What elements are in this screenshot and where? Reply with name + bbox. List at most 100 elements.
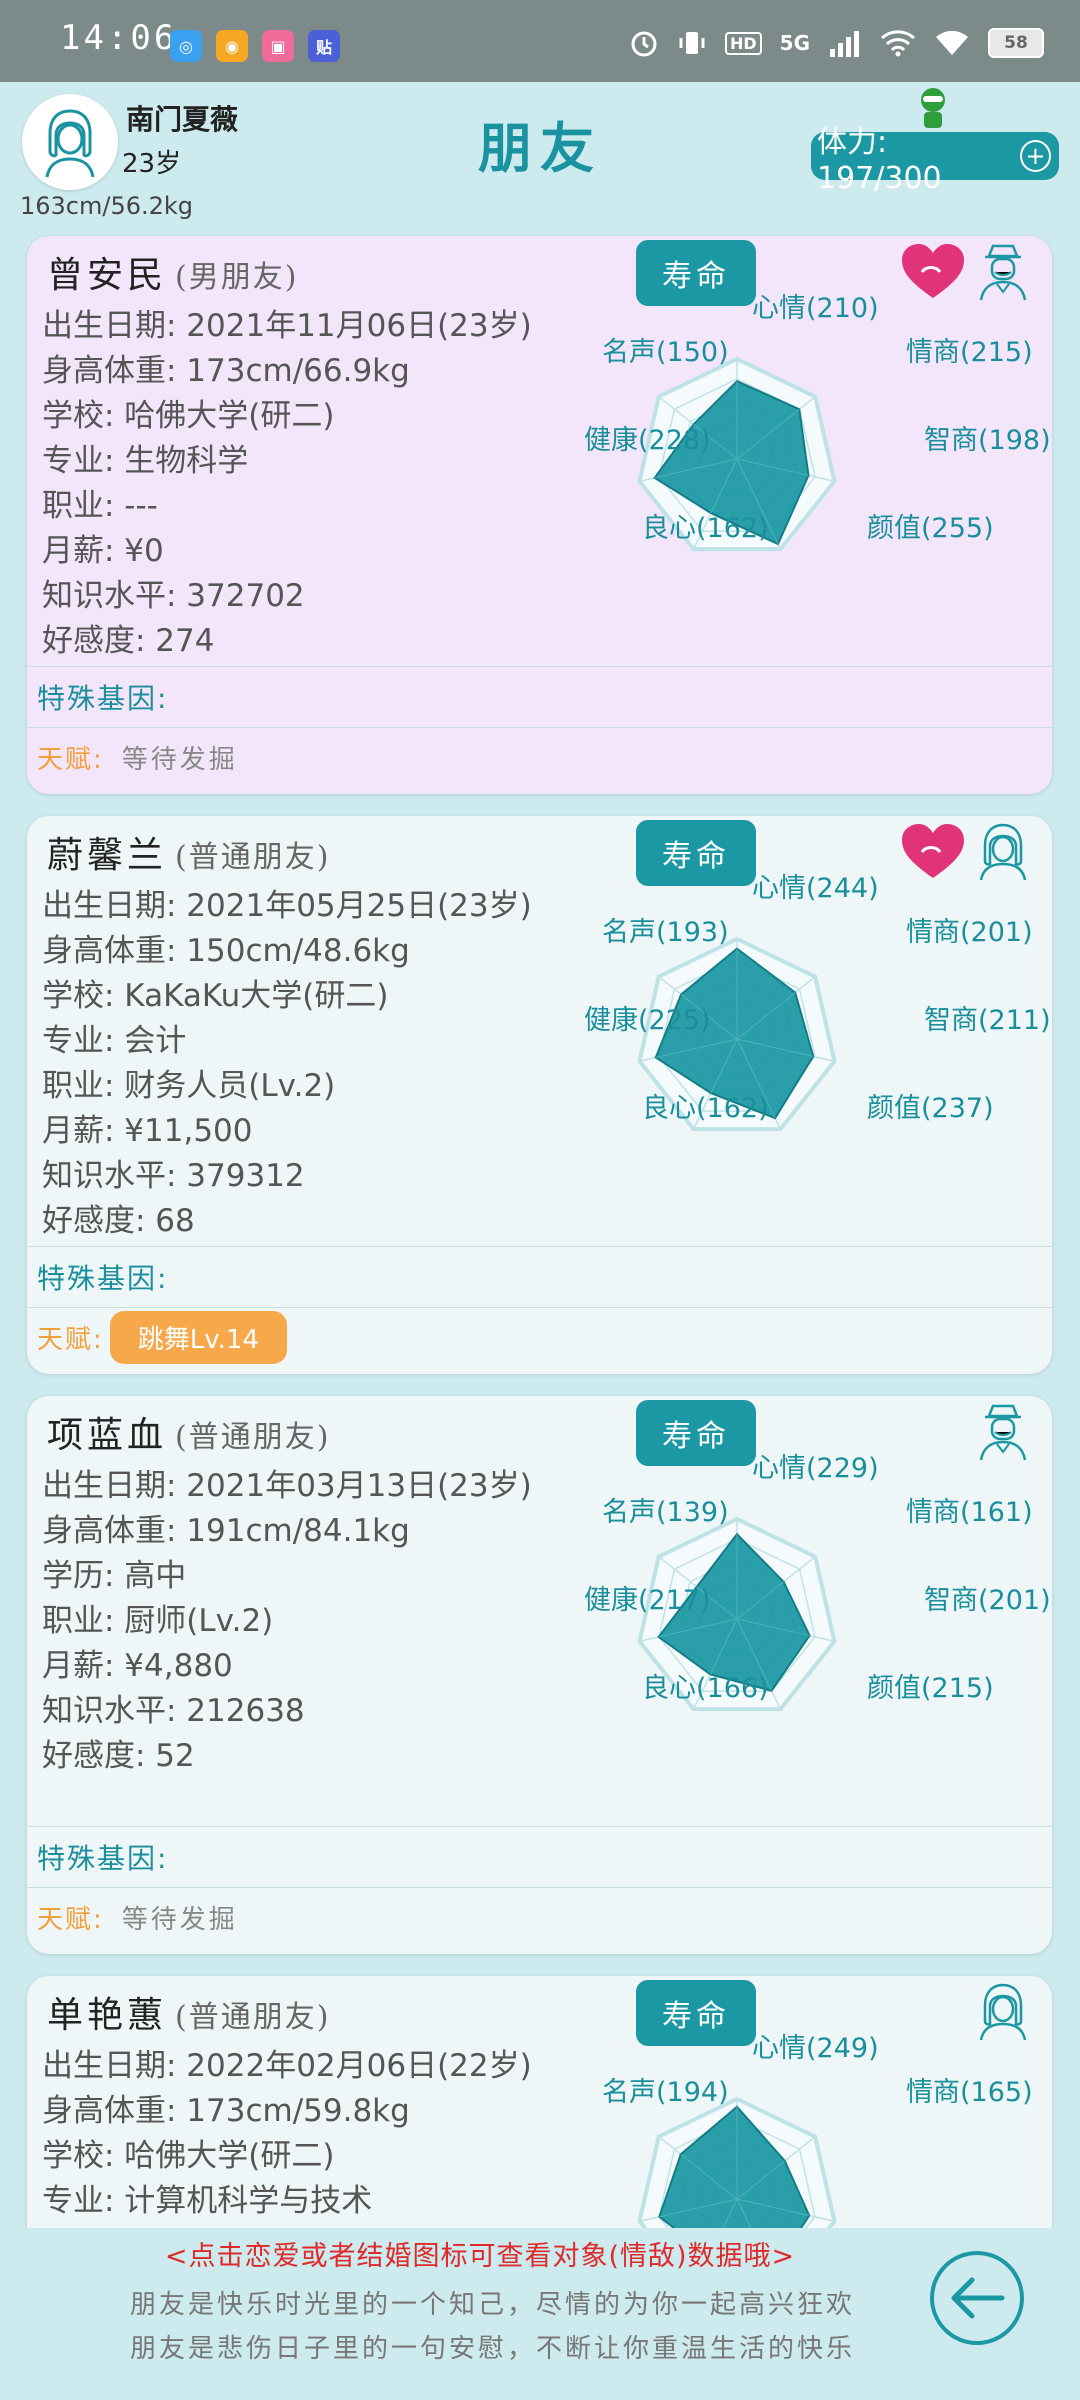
friend-card-main: 蔚馨兰 (普通朋友) 寿命 出生日期: 2021年05月25日(23岁) 身高体重: 1… (27, 816, 1052, 1246)
radar-label-iq: 智商(211) (924, 1005, 1051, 1036)
qq-browser-icon: ◎ (170, 30, 202, 62)
friend-info-row: 好感度: 68 (42, 1203, 195, 1239)
radar-label-looks: 颜值(215) (867, 1673, 994, 1704)
radar-label-looks: 颜值(237) (867, 1093, 994, 1124)
talent-row: 天赋: 等待发掘 (27, 1887, 1052, 1946)
status-time: 14:06 (60, 18, 178, 58)
friend-info-row: 好感度: 52 (42, 1738, 195, 1774)
status-indicators: HD 5G 58 (629, 28, 1044, 58)
battery-icon: 58 (988, 28, 1044, 58)
stats-radar-chart: 心情(249) 情商(165) 名声(194) (582, 2033, 1052, 2228)
alarm-icon (631, 31, 657, 57)
radar-label-health: 健康(217) (584, 1585, 711, 1616)
friend-info-row: 月薪: ¥4,880 (42, 1648, 233, 1684)
weibo-icon: ◉ (216, 30, 248, 62)
radar-label-conscience: 良心(166) (642, 1673, 769, 1704)
friend-relation: (普通朋友) (175, 1420, 331, 1455)
radar-label-eq: 情商(161) (906, 1497, 1033, 1528)
stats-radar-chart: 心情(244) 情商(201) 智商(211) 颜值(237) 良心(162) 健康(22… (582, 873, 1052, 1174)
radar-label-heart: 心情(229) (752, 1453, 879, 1484)
friend-info-row: 专业: 计算机科学与技术 (42, 2183, 373, 2219)
friend-info-row: 职业: --- (42, 488, 158, 524)
status-bar: 14:06 ◎ ◉ ▣ 贴 HD 5G 58 (0, 0, 1080, 82)
friend-card-main: 单艳蕙 (普通朋友) 寿命 出生日期: 2022年02月06日(22岁) 身高体重: 1… (27, 1976, 1052, 2228)
love-heart-icon[interactable] (900, 822, 966, 882)
radar-label-fame: 名声(150) (602, 337, 729, 368)
bilibili-icon: ▣ (262, 30, 294, 62)
stats-radar-chart: 心情(210) 情商(215) 智商(198) 颜值(255) 良心(162) 健康(22… (582, 293, 1052, 594)
talent-value: 等待发掘 (121, 744, 238, 775)
talent-label: 天赋: (37, 1904, 104, 1935)
add-stamina-button[interactable]: + (1019, 140, 1051, 172)
special-gene-row: 特殊基因: (27, 1246, 1052, 1307)
radar-label-health: 健康(228) (584, 425, 711, 456)
talent-label: 天赋: (37, 1324, 104, 1355)
stamina-label: 体力: 197/300 (817, 124, 942, 196)
friend-info-row: 好感度: 274 (42, 623, 215, 659)
friend-info-row: 知识水平: 212638 (42, 1693, 305, 1729)
radar-label-eq: 情商(215) (906, 337, 1033, 368)
friend-info-row: 知识水平: 379312 (42, 1158, 305, 1194)
friend-card[interactable]: 单艳蕙 (普通朋友) 寿命 出生日期: 2022年02月06日(22岁) 身高体重: 1… (27, 1976, 1052, 2228)
friend-card-main: 项蓝血 (普通朋友) 寿命出生日期: 2021年03月13日(23岁) 身高体重: 1… (27, 1396, 1052, 1826)
radar-label-looks: 颜值(255) (867, 513, 994, 544)
lifespan-button[interactable]: 寿命 (636, 820, 756, 886)
friend-card[interactable]: 曾安民 (男朋友) 寿命 出生日期: 2021年11月06日(23岁) 身高体重: 17… (27, 236, 1052, 794)
lifespan-button[interactable]: 寿命 (636, 1980, 756, 2046)
footer-quote-2: 朋友是悲伤日子里的一句安慰，不断让你重温生活的快乐 (130, 2334, 856, 2364)
radar-label-fame: 名声(193) (602, 917, 729, 948)
friend-info-row: 学校: 哈佛大学(研二) (42, 2138, 335, 2174)
friend-info-row: 专业: 会计 (42, 1023, 187, 1059)
talent-label: 天赋: (37, 744, 104, 775)
friend-info-row: 学校: KaKaKu大学(研二) (42, 978, 389, 1014)
stats-radar-chart: 心情(229) 情商(161) 智商(201) 颜值(215) 良心(166) 健康(21… (582, 1453, 1052, 1754)
lifespan-button[interactable]: 寿命 (636, 1400, 756, 1466)
special-gene-row: 特殊基因: (27, 666, 1052, 727)
radar-label-eq: 情商(201) (906, 917, 1033, 948)
radar-label-conscience: 良心(162) (642, 1093, 769, 1124)
network-label: 5G (779, 31, 810, 55)
friend-info-row: 身高体重: 150cm/48.6kg (42, 933, 410, 969)
radar-label-heart: 心情(249) (752, 2033, 879, 2064)
friend-card-main: 曾安民 (男朋友) 寿命 出生日期: 2021年11月06日(23岁) 身高体重: 17… (27, 236, 1052, 666)
friend-info-row: 身高体重: 191cm/84.1kg (42, 1513, 410, 1549)
radar-label-heart: 心情(244) (752, 873, 879, 904)
male-avatar-icon (975, 1402, 1031, 1462)
friend-card[interactable]: 蔚馨兰 (普通朋友) 寿命 出生日期: 2021年05月25日(23岁) 身高体重: 1… (27, 816, 1052, 1374)
friend-info-row: 学校: 哈佛大学(研二) (42, 398, 335, 434)
talent-row: 天赋: 等待发掘 (27, 727, 1052, 786)
friend-info-row: 身高体重: 173cm/66.9kg (42, 353, 410, 389)
friend-info-list: 出生日期: 2021年05月25日(23岁) 身高体重: 150cm/48.6kg… (42, 884, 532, 1244)
special-gene-label: 特殊基因: (37, 1262, 169, 1295)
friend-card[interactable]: 项蓝血 (普通朋友) 寿命出生日期: 2021年03月13日(23岁) 身高体重: 1… (27, 1396, 1052, 1954)
wifi-signal-icon (881, 30, 915, 57)
love-heart-icon[interactable] (900, 242, 966, 302)
friend-info-row: 知识水平: 372702 (42, 578, 305, 614)
footer: <点击恋爱或者结婚图标可查看对象(情敌)数据哦> 朋友是快乐时光里的一个知己，尽… (0, 2228, 1080, 2400)
radar-label-fame: 名声(194) (602, 2077, 729, 2108)
friend-info-row: 月薪: ¥11,500 (42, 1113, 253, 1149)
talent-row: 天赋: 跳舞Lv.14 (27, 1307, 1052, 1366)
radar-label-iq: 智商(198) (924, 425, 1051, 456)
tieba-icon: 贴 (308, 30, 340, 62)
friend-info-row: 月薪: ¥0 (42, 533, 164, 569)
male-avatar-icon (975, 242, 1031, 302)
wifi-icon (936, 30, 968, 55)
talent-value: 等待发掘 (121, 1904, 238, 1935)
friend-info-list: 出生日期: 2021年03月13日(23岁) 身高体重: 191cm/84.1kg… (42, 1464, 532, 1779)
arrow-left-icon (951, 2277, 1005, 2319)
friend-relation: (普通朋友) (175, 2000, 331, 2035)
friend-info-row: 身高体重: 173cm/59.8kg (42, 2093, 410, 2129)
special-gene-row: 特殊基因: (27, 1826, 1052, 1887)
lifespan-button[interactable]: 寿命 (636, 240, 756, 306)
footer-tip: <点击恋爱或者结婚图标可查看对象(情敌)数据哦> (164, 2241, 796, 2272)
radar-label-health: 健康(225) (584, 1005, 711, 1036)
footer-quote-1: 朋友是快乐时光里的一个知己，尽情的为你一起高兴狂欢 (130, 2290, 856, 2320)
friend-name: 项蓝血 (普通朋友) (47, 1415, 331, 1456)
back-button[interactable] (930, 2251, 1024, 2345)
special-gene-label: 特殊基因: (37, 682, 169, 715)
female-avatar-icon (975, 1982, 1031, 2042)
stamina-bar: 体力: 197/300 + (811, 125, 1059, 196)
signal-icon (830, 31, 859, 57)
talent-badge[interactable]: 跳舞Lv.14 (109, 1310, 287, 1364)
